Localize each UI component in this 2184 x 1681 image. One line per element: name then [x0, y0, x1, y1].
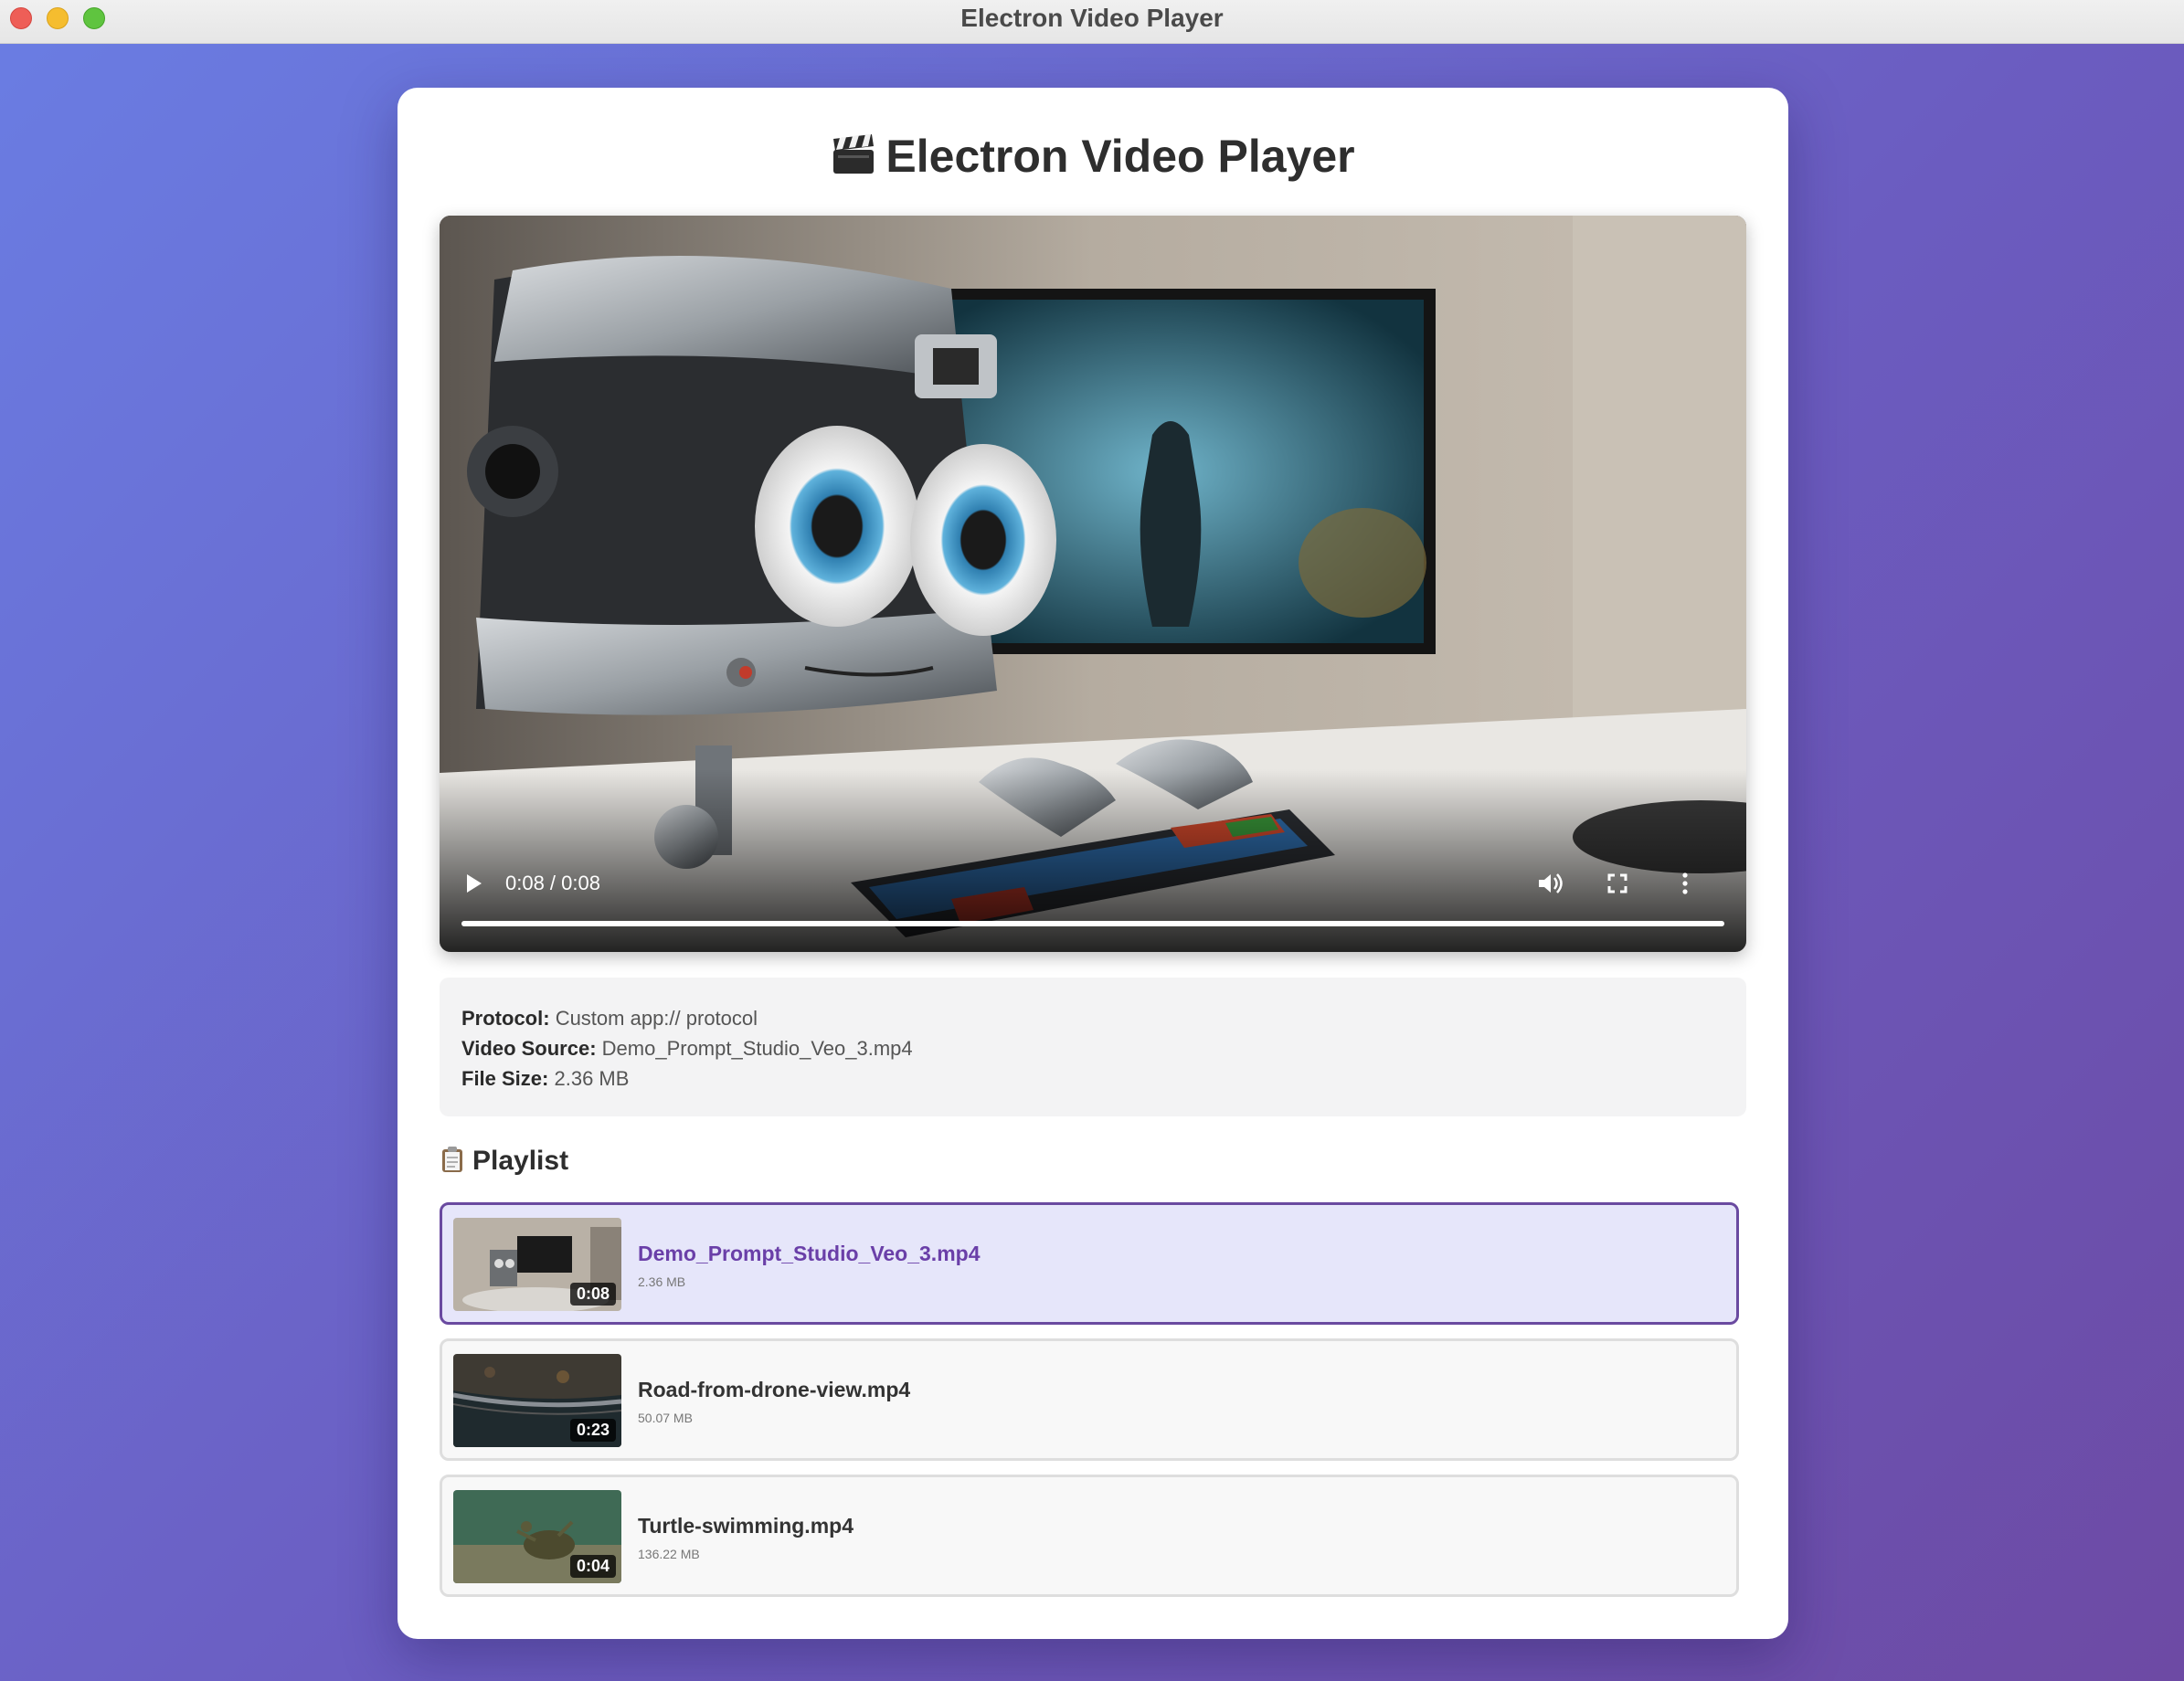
page-title: Electron Video Player	[398, 130, 1788, 183]
fullscreen-icon[interactable]	[1602, 868, 1633, 899]
playlist-item-size: 136.22 MB	[638, 1547, 700, 1561]
clipboard-icon	[442, 1147, 462, 1172]
video-player[interactable]: 0:08 / 0:08	[440, 216, 1746, 952]
player-card: Electron Video Player 0:08 / 0:08 Protoc…	[398, 88, 1788, 1639]
video-thumbnail: 0:08	[453, 1218, 621, 1311]
playlist-item[interactable]: 0:23 Road-from-drone-view.mp4 50.07 MB	[440, 1338, 1739, 1461]
playlist: 0:08 Demo_Prompt_Studio_Veo_3.mp4 2.36 M…	[440, 1202, 1739, 1611]
window-titlebar: Electron Video Player	[0, 0, 2184, 44]
playlist-item-size: 50.07 MB	[638, 1411, 693, 1425]
playlist-item-name: Demo_Prompt_Studio_Veo_3.mp4	[638, 1242, 981, 1265]
info-source-value: Demo_Prompt_Studio_Veo_3.mp4	[601, 1037, 913, 1060]
more-vertical-icon[interactable]	[1670, 868, 1701, 899]
playlist-item-name: Road-from-drone-view.mp4	[638, 1378, 911, 1401]
video-thumbnail: 0:04	[453, 1490, 621, 1583]
duration-badge: 0:04	[569, 1555, 616, 1578]
duration-badge: 0:23	[569, 1419, 616, 1442]
seek-bar-fill	[461, 921, 1724, 926]
video-info-panel: Protocol: Custom app:// protocol Video S…	[440, 978, 1746, 1116]
info-protocol-label: Protocol:	[461, 1007, 550, 1030]
volume-icon[interactable]	[1534, 868, 1565, 899]
info-source-row: Video Source: Demo_Prompt_Studio_Veo_3.m…	[461, 1033, 1724, 1063]
seek-bar[interactable]	[461, 921, 1724, 926]
window-title: Electron Video Player	[960, 4, 1224, 32]
info-source-label: Video Source:	[461, 1037, 597, 1060]
playlist-item[interactable]: 0:08 Demo_Prompt_Studio_Veo_3.mp4 2.36 M…	[440, 1202, 1739, 1325]
duration-badge: 0:08	[569, 1283, 616, 1306]
play-icon[interactable]	[460, 870, 487, 897]
info-protocol-row: Protocol: Custom app:// protocol	[461, 1003, 1724, 1033]
info-size-label: File Size:	[461, 1067, 549, 1090]
app-title-text: Electron Video Player	[885, 131, 1355, 182]
playlist-title: Playlist	[472, 1146, 569, 1176]
playlist-item[interactable]: 0:04 Turtle-swimming.mp4 136.22 MB	[440, 1475, 1739, 1597]
time-display: 0:08 / 0:08	[505, 872, 600, 894]
clapperboard-icon	[833, 134, 875, 174]
info-protocol-value: Custom app:// protocol	[555, 1007, 758, 1030]
playlist-heading: Playlist	[440, 1146, 568, 1177]
info-size-value: 2.36 MB	[554, 1067, 630, 1090]
video-thumbnail: 0:23	[453, 1354, 621, 1447]
playlist-item-name: Turtle-swimming.mp4	[638, 1514, 853, 1538]
playlist-item-size: 2.36 MB	[638, 1274, 686, 1289]
info-size-row: File Size: 2.36 MB	[461, 1063, 1724, 1094]
